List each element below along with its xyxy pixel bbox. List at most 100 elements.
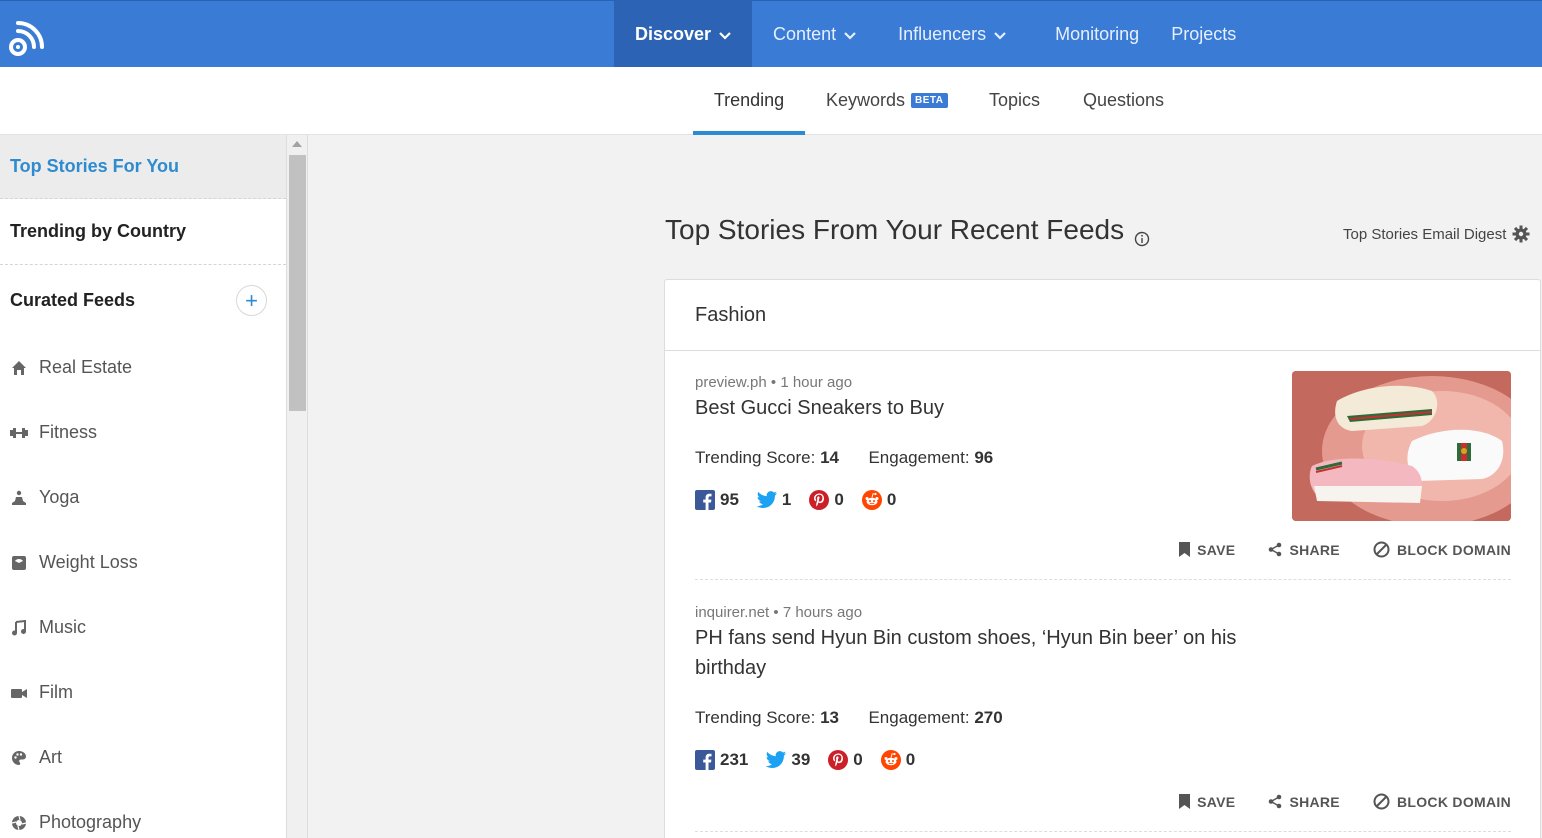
info-icon[interactable] — [1134, 222, 1150, 247]
story-time: 1 hour ago — [780, 374, 853, 391]
feed-label: Fitness — [39, 422, 98, 442]
share-icon — [1269, 542, 1282, 557]
sidebar-item-yoga[interactable]: Yoga — [0, 465, 286, 530]
nav-discover-label: Discover — [635, 24, 712, 44]
sidebar-item-art[interactable]: Art — [0, 725, 286, 790]
reddit-count: 0 — [880, 750, 915, 770]
email-digest-label: Top Stories Email Digest — [1343, 225, 1507, 243]
engagement-value: 270 — [974, 708, 1003, 727]
nav-discover[interactable]: Discover — [614, 1, 753, 68]
tab-questions-label: Questions — [1083, 90, 1165, 110]
twitter-count: 1 — [756, 490, 791, 510]
feed-label: Real Estate — [39, 357, 133, 377]
dumbbell-icon — [10, 424, 28, 442]
pinterest-count: 0 — [828, 750, 863, 770]
twitter-icon — [756, 491, 777, 508]
block-icon — [1373, 541, 1390, 558]
story-actions: SAVE SHARE BLOCK DOMAIN — [1146, 541, 1511, 558]
sidebar-item-fitness[interactable]: Fitness — [0, 400, 286, 465]
scroll-thumb[interactable] — [289, 155, 306, 411]
twitter-count-value: 39 — [791, 750, 811, 769]
trending-score-value: 14 — [820, 448, 839, 467]
sidebar-item-film[interactable]: Film — [0, 660, 286, 725]
beta-badge: BETA — [911, 93, 948, 108]
chevron-down-icon — [994, 29, 1006, 41]
feed-card: Fashion preview.ph • 1 hour ago Best Guc… — [664, 279, 1541, 838]
facebook-icon — [695, 750, 715, 770]
save-button[interactable]: SAVE — [1179, 541, 1235, 558]
trending-score-label: Trending Score: — [695, 448, 816, 467]
story-title[interactable]: PH fans send Hyun Bin custom shoes, ‘Hyu… — [695, 623, 1255, 683]
add-feed-button[interactable]: + — [236, 285, 267, 316]
tab-trending[interactable]: Trending — [693, 67, 805, 135]
block-domain-label: BLOCK DOMAIN — [1396, 793, 1511, 810]
pinterest-count-value: 0 — [834, 490, 844, 509]
nav-influencers[interactable]: Influencers — [877, 1, 1027, 68]
feed-label: Music — [39, 617, 87, 637]
feed-label: Film — [39, 682, 73, 702]
scroll-up-arrow-icon[interactable] — [292, 141, 302, 147]
story-time: 7 hours ago — [782, 604, 863, 621]
share-button[interactable]: SHARE — [1268, 541, 1340, 558]
block-domain-button[interactable]: BLOCK DOMAIN — [1373, 793, 1511, 810]
sidebar-item-photography[interactable]: Photography — [0, 790, 286, 838]
social-counts: 95 1 0 0 — [695, 490, 914, 510]
sidebar-item-top-stories[interactable]: Top Stories For You — [0, 135, 286, 199]
story-scores: Trending Score: 13 Engagement: 270 — [695, 708, 1003, 728]
story-scores: Trending Score: 14 Engagement: 96 — [695, 448, 993, 468]
sub-tab-bar: Trending Keywords BETA Topics Questions — [0, 67, 1542, 135]
block-domain-label: BLOCK DOMAIN — [1396, 541, 1511, 558]
sidebar-scrollbar[interactable] — [287, 135, 308, 838]
sidebar-item-music[interactable]: Music — [0, 595, 286, 660]
feed-label: Photography — [39, 812, 142, 832]
email-digest-link[interactable]: Top Stories Email Digest — [1343, 225, 1530, 243]
nav-projects-label: Projects — [1171, 24, 1237, 44]
page-title-text: Top Stories From Your Recent Feeds — [665, 214, 1125, 245]
nav-projects[interactable]: Projects — [1155, 1, 1257, 68]
sidebar: Top Stories For You Trending by Country … — [0, 135, 287, 838]
engagement-label: Engagement: — [868, 708, 970, 727]
feed-card-title: Fashion — [665, 280, 1540, 351]
scale-icon — [10, 554, 28, 572]
music-note-icon — [10, 619, 28, 637]
nav-influencers-label: Influencers — [898, 24, 987, 44]
story-item: inquirer.net • 7 hours ago PH fans send … — [695, 604, 1511, 838]
trending-score-value: 13 — [820, 708, 839, 727]
facebook-count-value: 95 — [720, 490, 739, 509]
save-button[interactable]: SAVE — [1179, 793, 1235, 810]
story-thumbnail[interactable] — [1292, 371, 1511, 521]
sidebar-item-real-estate[interactable]: Real Estate — [0, 335, 286, 400]
story-divider — [695, 579, 1511, 580]
bookmark-icon — [1179, 794, 1191, 809]
tab-keywords[interactable]: Keywords BETA — [826, 67, 948, 134]
curated-feeds-label: Curated Feeds — [10, 289, 136, 310]
gear-icon[interactable] — [1512, 225, 1530, 243]
share-button[interactable]: SHARE — [1268, 793, 1340, 810]
sidebar-item-weight-loss[interactable]: Weight Loss — [0, 530, 286, 595]
story-item: preview.ph • 1 hour ago Best Gucci Sneak… — [695, 371, 1511, 580]
nav-content[interactable]: Content — [752, 1, 877, 68]
block-domain-button[interactable]: BLOCK DOMAIN — [1373, 541, 1511, 558]
app-logo-icon[interactable] — [6, 17, 50, 61]
story-source[interactable]: preview.ph — [695, 374, 767, 391]
feed-label: Weight Loss — [39, 552, 138, 572]
tab-questions[interactable]: Questions — [1083, 67, 1164, 134]
share-label: SHARE — [1289, 793, 1340, 810]
facebook-count: 95 — [695, 490, 739, 510]
story-source[interactable]: inquirer.net — [695, 604, 769, 621]
nav-monitoring-label: Monitoring — [1055, 24, 1140, 44]
nav-monitoring[interactable]: Monitoring — [1027, 1, 1155, 68]
camera-aperture-icon — [10, 814, 28, 832]
main-nav: Discover Content Influencers Monitoring … — [614, 1, 1257, 68]
nav-content-label: Content — [773, 24, 837, 44]
pinterest-icon — [828, 750, 849, 770]
page-title: Top Stories From Your Recent Feeds — [665, 214, 1150, 247]
active-tab-indicator — [693, 131, 805, 135]
engagement-value: 96 — [974, 448, 994, 467]
story-meta: inquirer.net • 7 hours ago — [695, 604, 863, 621]
tab-topics[interactable]: Topics — [989, 67, 1040, 134]
save-label: SAVE — [1197, 541, 1236, 558]
facebook-count-value: 231 — [720, 750, 749, 769]
facebook-icon — [695, 490, 715, 510]
sidebar-item-trending-by-country[interactable]: Trending by Country — [0, 199, 286, 265]
